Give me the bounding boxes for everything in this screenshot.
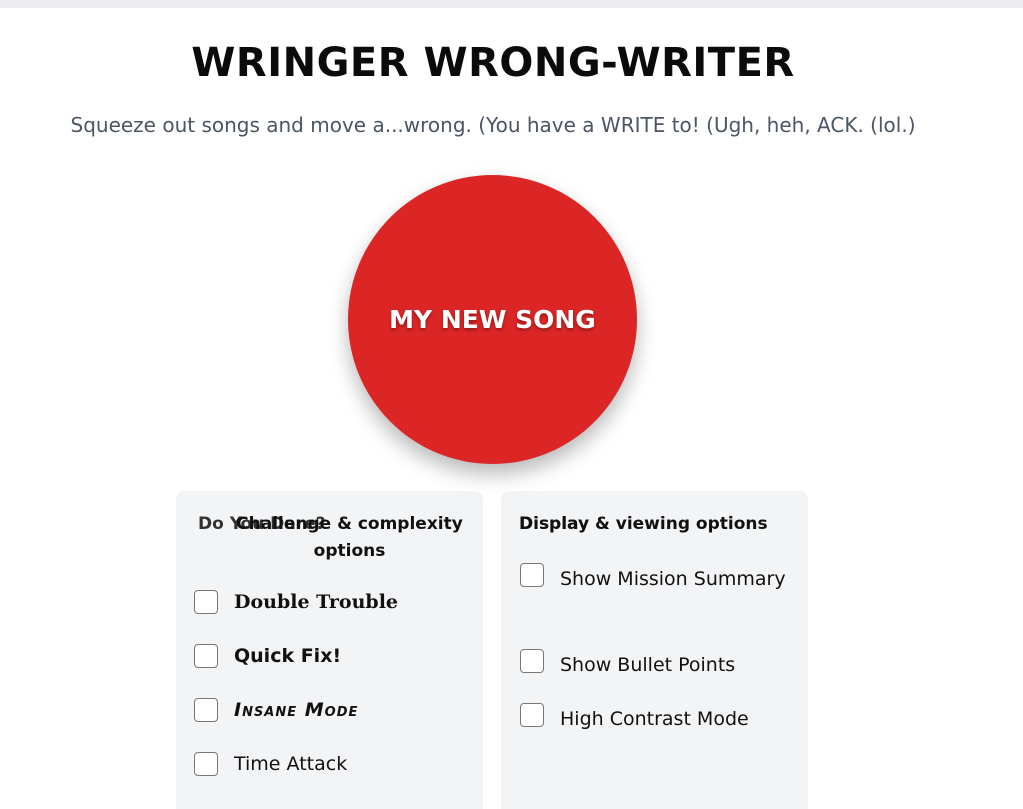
insane-mode-checkbox[interactable] [194, 698, 218, 722]
show-bullet-points-checkbox[interactable] [520, 649, 544, 673]
option-show-bullet-points[interactable]: Show Bullet Points [520, 649, 790, 681]
option-high-contrast-mode[interactable]: High Contrast Mode [520, 703, 790, 735]
show-mission-summary-checkbox[interactable] [520, 563, 544, 587]
page-subtitle: Squeeze out songs and move a...wrong. (Y… [70, 113, 916, 137]
double-trouble-label: Double Trouble [234, 591, 399, 613]
high-contrast-mode-label: High Contrast Mode [560, 708, 749, 730]
option-show-mission-summary[interactable]: Show Mission Summary [520, 563, 790, 595]
show-mission-summary-label: Show Mission Summary [560, 568, 786, 590]
page-title: WRINGER WRONG-WRITER [191, 40, 795, 86]
challenge-heading-front: Challenge & complexity options [236, 514, 463, 561]
double-trouble-checkbox[interactable] [194, 590, 218, 614]
high-contrast-mode-checkbox[interactable] [520, 703, 544, 727]
quick-fix-checkbox[interactable] [194, 644, 218, 668]
time-attack-checkbox[interactable] [194, 752, 218, 776]
display-options-panel: Display Display & viewing options Show M… [501, 491, 808, 809]
my-new-song-button[interactable]: MY NEW SONG [348, 175, 637, 464]
show-bullet-points-label: Show Bullet Points [560, 654, 736, 676]
quick-fix-label: Quick Fix! [234, 645, 342, 667]
time-attack-label: Time Attack [234, 753, 348, 775]
challenge-options-panel: Do You Dare? Challenge & complexity opti… [176, 491, 483, 809]
top-strip [0, 0, 1023, 8]
insane-mode-label: Insane Mode [234, 699, 359, 721]
display-heading-front: Display & viewing options [519, 514, 768, 534]
